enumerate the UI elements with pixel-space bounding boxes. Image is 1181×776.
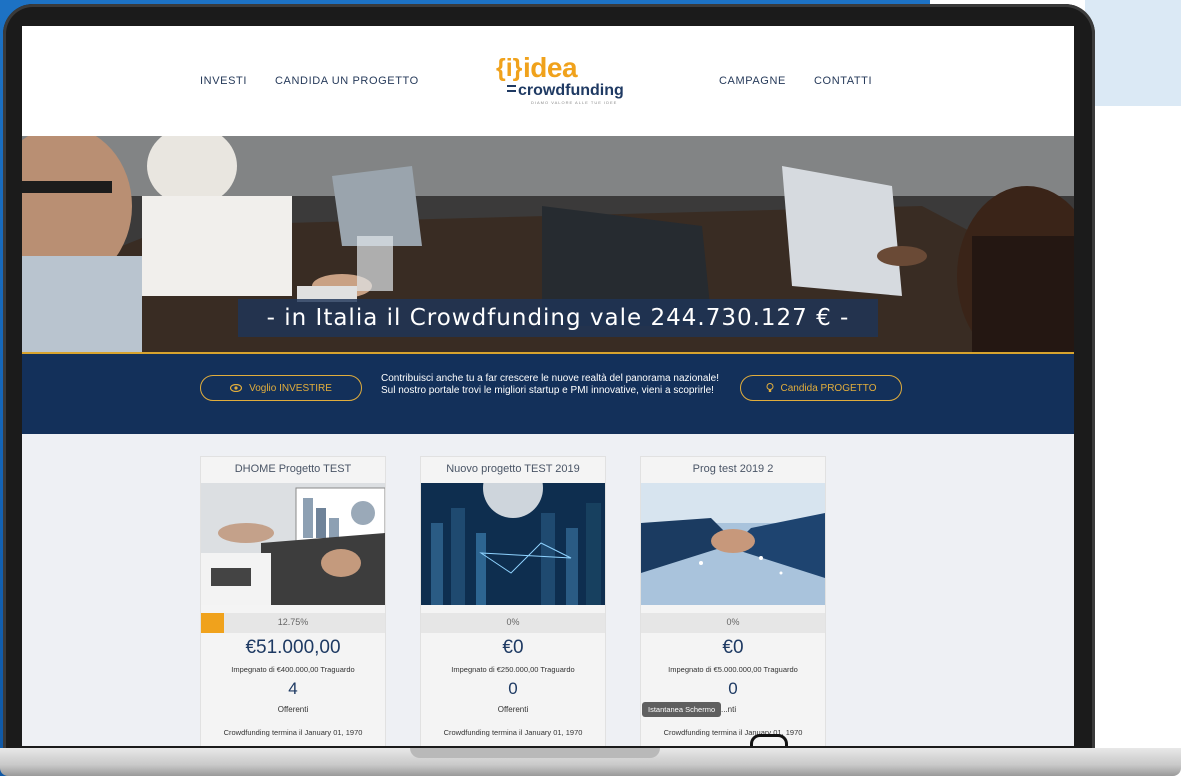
investor-count: 4 [288, 679, 298, 698]
end-date-text: Crowdfunding termina il January 01, 1970 [443, 728, 583, 737]
screenshot-tooltip: Istantanea Schermo [642, 702, 722, 717]
project-title[interactable]: Prog test 2019 2 [641, 463, 825, 475]
project-card[interactable]: Nuovo progetto TEST 2019 0% €0 Impegnato… [420, 456, 606, 746]
investor-count: 0 [508, 679, 518, 698]
logo-tagline: DIAMO VALORE ALLE TUE IDEE [531, 100, 618, 105]
project-image[interactable] [201, 483, 385, 605]
investor-label: Offerenti [277, 705, 309, 714]
nav-campagne[interactable]: CAMPAGNE [719, 75, 786, 87]
logo-word: idea [523, 52, 578, 83]
nav-contatti[interactable]: CONTATTI [814, 75, 872, 87]
goal-text: Impegnato di €250.000,00 Traguardo [451, 665, 575, 674]
cursor-highlight [750, 734, 788, 746]
project-image[interactable] [421, 483, 605, 605]
project-title[interactable]: DHOME Progetto TEST [201, 463, 385, 475]
project-card[interactable]: DHOME Progetto TEST 12.75% €51.000,00 Im… [200, 456, 386, 746]
investor-label: ...nti [721, 705, 737, 714]
hero-section: - in Italia il Crowdfunding vale 244.730… [22, 136, 1074, 354]
progress-bar: 12.75% [201, 613, 385, 633]
raised-amount: €0 [502, 637, 524, 658]
logo-lines-icon [507, 85, 516, 97]
nav-investi[interactable]: INVESTI [200, 75, 247, 87]
site-logo[interactable]: {i} idea crowdfunding DIAMO VALORE ALLE … [496, 52, 636, 106]
goal-text: Impegnato di €5.000.000,00 Traguardo [668, 665, 798, 674]
investor-label: Offerenti [497, 705, 529, 714]
raised-amount: €51.000,00 [245, 637, 341, 658]
progress-label: 0% [506, 617, 520, 627]
project-title[interactable]: Nuovo progetto TEST 2019 [421, 463, 605, 475]
nav-candida-progetto[interactable]: CANDIDA UN PROGETTO [275, 75, 419, 87]
progress-label: 0% [726, 617, 740, 627]
logo-brace: {i} [496, 54, 523, 82]
cta-text: Contribuisci anche tu a far crescere le … [381, 373, 719, 396]
hero-banner: - in Italia il Crowdfunding vale 244.730… [238, 299, 878, 337]
raised-amount: €0 [722, 637, 744, 658]
end-date-text: Crowdfunding termina il January 01, 1970 [223, 728, 363, 737]
progress-label: 12.75% [277, 617, 309, 627]
site-header: INVESTI CANDIDA UN PROGETTO {i} idea cro… [22, 26, 1074, 137]
candidate-button-label: Candida PROGETTO [780, 382, 877, 394]
project-image[interactable] [641, 483, 825, 605]
logo-subword: crowdfunding [518, 82, 624, 99]
candidate-project-button[interactable]: Candida PROGETTO [740, 375, 902, 401]
invest-button[interactable]: Voglio INVESTIRE [200, 375, 362, 401]
investor-count: 0 [728, 679, 738, 698]
goal-text: Impegnato di €400.000,00 Traguardo [231, 665, 355, 674]
progress-bar: 0% [421, 613, 605, 633]
laptop-notch [410, 748, 660, 758]
invest-button-label: Voglio INVESTIRE [249, 382, 332, 394]
end-date-text: Crowdfunding termina il January 01, 1970 [663, 728, 803, 737]
laptop-screen: INVESTI CANDIDA UN PROGETTO {i} idea cro… [22, 26, 1074, 746]
lightbulb-icon [766, 383, 774, 392]
background-corner [1085, 0, 1181, 106]
eye-icon [230, 384, 243, 392]
progress-bar: 0% [641, 613, 825, 633]
